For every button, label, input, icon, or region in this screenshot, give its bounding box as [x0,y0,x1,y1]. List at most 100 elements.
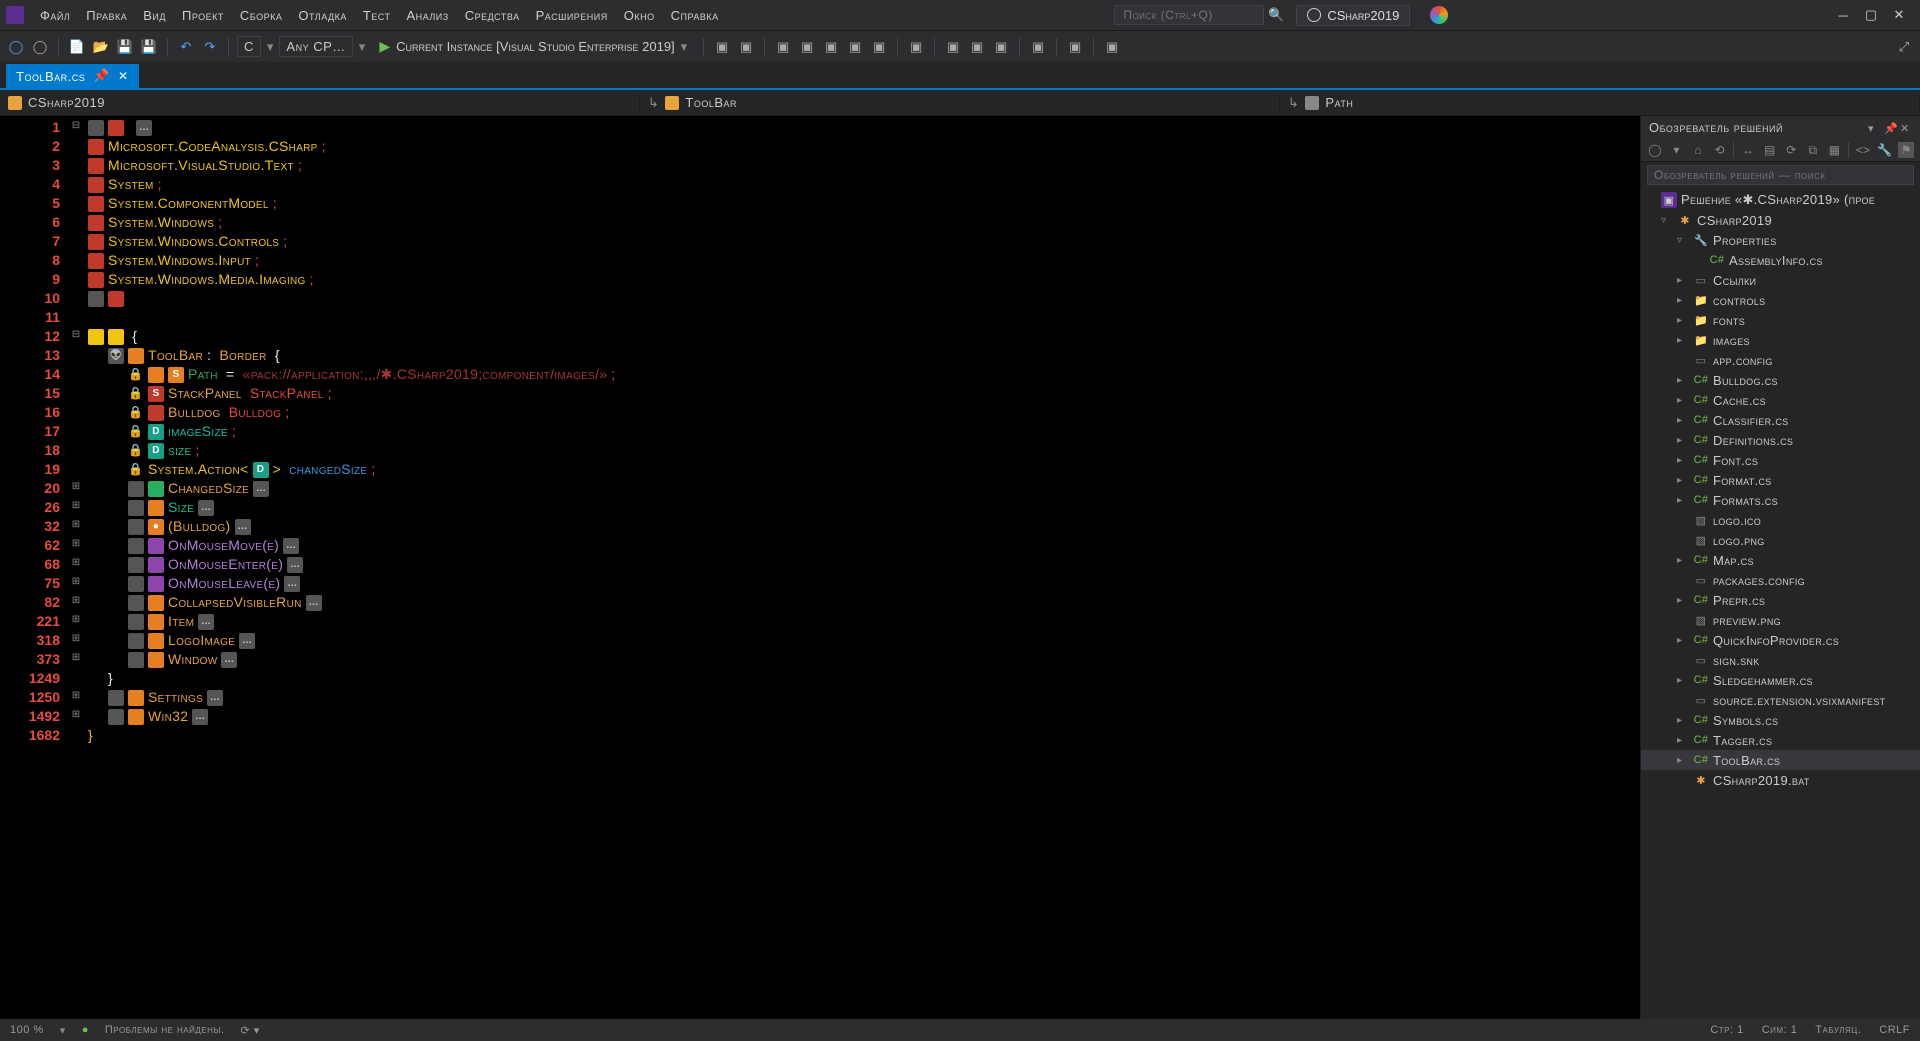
toolbar-btn-13[interactable]: ▣ [1065,37,1085,57]
tree-item[interactable]: ▧preview.png [1641,610,1920,630]
tree-item[interactable]: ▿🔧Properties [1641,230,1920,250]
code-line[interactable]: System.ComponentModel; [88,194,1636,213]
code-line[interactable]: 🔒Bulldog Bulldog; [88,403,1636,422]
fold-toggle[interactable]: ⊟ [68,116,84,135]
code-line[interactable]: Item… [88,612,1636,631]
fold-toggle[interactable]: ⊞ [68,553,84,572]
code-line[interactable]: } [88,726,1636,745]
code-line[interactable]: OnMouseMove(e)… [88,536,1636,555]
tree-item[interactable]: ▸C#QuickInfoProvider.cs [1641,630,1920,650]
tree-arrow-icon[interactable]: ▸ [1677,435,1689,446]
solution-tree[interactable]: ▣Решение «✱.CSharp2019» (прое▿✱CSharp201… [1641,188,1920,1019]
code-line[interactable]: 🔒DimageSize; [88,422,1636,441]
tree-arrow-icon[interactable]: ▸ [1677,415,1689,426]
tab-pin-icon[interactable]: 📌 [93,68,110,84]
solution-search-input[interactable] [1647,165,1914,185]
fold-toggle[interactable]: ⊞ [68,686,84,705]
toolbar-btn-12[interactable]: ▣ [1028,37,1048,57]
code-area[interactable]: …Microsoft.CodeAnalysis.CSharp;Microsoft… [84,116,1640,1019]
status-build-icon[interactable]: ⟳ ▾ [241,1024,260,1037]
redo-button[interactable]: ↷ [200,37,220,57]
menu-Справка[interactable]: Справка [663,5,727,26]
code-line[interactable]: System.Windows.Media.Imaging; [88,270,1636,289]
tree-item[interactable]: C#AssemblyInfo.cs [1641,250,1920,270]
tree-item[interactable]: ▸📁controls [1641,290,1920,310]
toolbar-btn-3[interactable]: ▣ [773,37,793,57]
code-line[interactable]: CollapsedVisibleRun… [88,593,1636,612]
tree-item[interactable]: ▭app.config [1641,350,1920,370]
tree-item[interactable]: ▸C#Format.cs [1641,470,1920,490]
toolbar-btn-11[interactable]: ▣ [991,37,1011,57]
code-line[interactable]: Size… [88,498,1636,517]
menu-Окно[interactable]: Окно [616,5,663,26]
toolbar-btn-2[interactable]: ▣ [736,37,756,57]
fold-toggle[interactable]: ⊟ [68,325,84,344]
tree-item[interactable]: ▸C#Sledgehammer.cs [1641,670,1920,690]
tree-item[interactable]: ▸C#Prepr.cs [1641,590,1920,610]
tree-item[interactable]: ▸C#Font.cs [1641,450,1920,470]
tree-item[interactable]: ▸C#Bulldog.cs [1641,370,1920,390]
tree-arrow-icon[interactable]: ▸ [1677,395,1689,406]
code-line[interactable]: { [88,327,1636,346]
toolbar-btn-8[interactable]: ▣ [906,37,926,57]
sol-copy-icon[interactable]: ⧉ [1805,142,1821,158]
menu-Тест[interactable]: Тест [355,5,399,26]
sol-show-icon[interactable]: ▤ [1762,142,1778,158]
tree-arrow-icon[interactable]: ▸ [1677,735,1689,746]
save-button[interactable]: 💾 [115,37,135,57]
fold-toggle[interactable]: ⊞ [68,572,84,591]
code-line[interactable]: 🔒SPath = «pack://application:,,,/✱.CShar… [88,365,1636,384]
sol-collapse-icon[interactable]: ↔ [1740,142,1756,158]
toolbar-btn-1[interactable]: ▣ [712,37,732,57]
code-line[interactable]: 🔒System.Action<D> changedSize; [88,460,1636,479]
tree-arrow-icon[interactable]: ▸ [1677,595,1689,606]
run-button[interactable]: ▶ Current Instance [Visual Studio Enterp… [371,36,695,57]
config-dropdown[interactable]: C [237,36,261,57]
tree-item[interactable]: ▭sign.snk [1641,650,1920,670]
tree-item[interactable]: ▸C#Definitions.cs [1641,430,1920,450]
tree-item[interactable]: ▧logo.png [1641,530,1920,550]
code-line[interactable]: } [88,669,1636,688]
tree-arrow-icon[interactable]: ▸ [1677,675,1689,686]
fold-toggle[interactable]: ⊞ [68,648,84,667]
code-line[interactable]: OnMouseEnter(e)… [88,555,1636,574]
tree-arrow-icon[interactable]: ▿ [1677,235,1689,246]
tree-arrow-icon[interactable]: ▸ [1677,475,1689,486]
tree-arrow-icon[interactable]: ▸ [1677,755,1689,766]
tree-arrow-icon[interactable]: ▸ [1677,335,1689,346]
tree-item[interactable]: ▧logo.ico [1641,510,1920,530]
fold-toggle[interactable]: ⊞ [68,477,84,496]
menu-Проект[interactable]: Проект [174,5,232,26]
code-line[interactable]: 🔒SStackPanel StackPanel; [88,384,1636,403]
code-line[interactable] [88,308,1636,327]
tree-item[interactable]: ▸C#Symbols.cs [1641,710,1920,730]
tree-arrow-icon[interactable]: ▸ [1677,275,1689,286]
menu-Отладка[interactable]: Отладка [290,5,354,26]
code-line[interactable]: Microsoft.VisualStudio.Text; [88,156,1636,175]
menu-Сборка[interactable]: Сборка [232,5,290,26]
back-button[interactable]: ◯ [6,37,26,57]
platform-dropdown[interactable]: Any CP… [279,36,352,57]
panel-pin-icon[interactable]: 📌 [1884,122,1896,134]
menu-Вид[interactable]: Вид [135,5,174,26]
tree-arrow-icon[interactable]: ▸ [1677,295,1689,306]
code-line[interactable]: Window… [88,650,1636,669]
toolbar-btn-10[interactable]: ▣ [967,37,987,57]
fold-toggle[interactable]: ⊞ [68,515,84,534]
tree-arrow-icon[interactable]: ▸ [1677,375,1689,386]
close-button[interactable]: ✕ [1892,8,1906,22]
tree-item[interactable]: ▸C#ToolBar.cs [1641,750,1920,770]
tab-close-icon[interactable]: ✕ [118,69,129,83]
code-line[interactable]: ●(Bulldog)… [88,517,1636,536]
sol-wrench-icon[interactable]: 🔧 [1877,142,1893,158]
tree-arrow-icon[interactable]: ▿ [1661,215,1673,226]
menu-Расширения[interactable]: Расширения [528,5,616,26]
fold-toggle[interactable]: ⊞ [68,705,84,724]
forward-button[interactable]: ◯ [30,37,50,57]
tree-arrow-icon[interactable]: ▸ [1677,635,1689,646]
code-line[interactable]: 🔒Dsize; [88,441,1636,460]
code-line[interactable]: Settings… [88,688,1636,707]
nav-member[interactable]: ↳ Path [1280,95,1920,111]
fold-toggle[interactable]: ⊞ [68,629,84,648]
tree-arrow-icon[interactable]: ▸ [1677,455,1689,466]
